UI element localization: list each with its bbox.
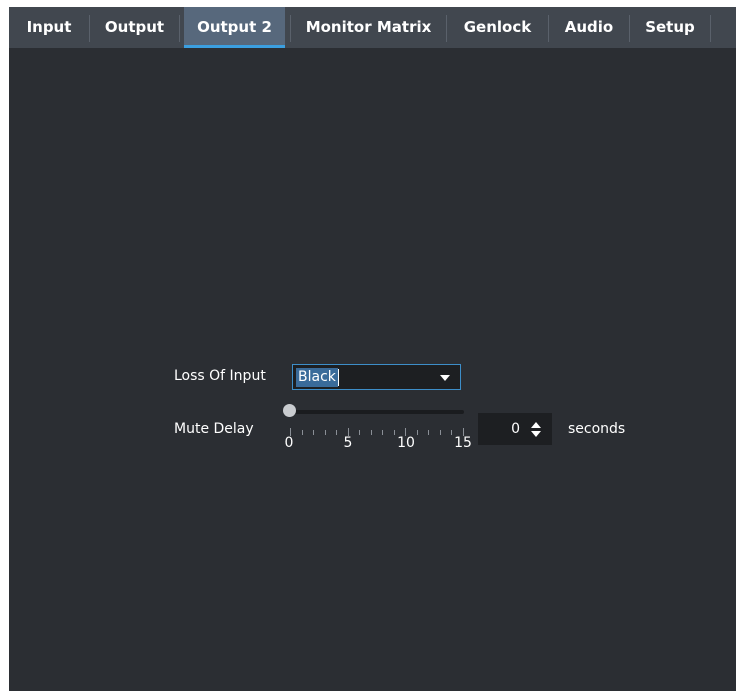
tab-setup[interactable]: Setup [630, 7, 710, 48]
tab-monitor-matrix[interactable]: Monitor Matrix [291, 7, 446, 48]
slider-tick-mark [359, 430, 361, 435]
tab-bar: Input Output Output 2 Monitor Matrix Gen… [9, 7, 736, 48]
chevron-down-icon[interactable] [440, 375, 450, 381]
tab-separator [179, 15, 180, 42]
mute-delay-spinbox[interactable]: 0 [478, 413, 552, 445]
slider-tick-mark [336, 430, 338, 435]
mute-delay-label: Mute Delay [174, 421, 254, 437]
slider-tick-mark [301, 430, 303, 435]
slider-tick-mark [393, 430, 395, 435]
slider-tick-label: 0 [284, 435, 294, 451]
tab-input[interactable]: Input [9, 7, 89, 48]
slider-tick-mark [451, 430, 453, 435]
tab-output-2[interactable]: Output 2 [184, 7, 285, 48]
mute-delay-slider-handle[interactable] [283, 404, 296, 417]
output-2-panel: Input Output Output 2 Monitor Matrix Gen… [9, 7, 736, 691]
mute-delay-spin-value: 0 [511, 421, 520, 437]
slider-tick-label: 10 [397, 435, 415, 451]
loss-of-input-label: Loss Of Input [174, 368, 266, 384]
seconds-unit-label: seconds [568, 421, 626, 437]
slider-tick-mark [428, 430, 430, 435]
loss-of-input-select[interactable]: Black [292, 364, 461, 390]
slider-tick-mark [370, 430, 372, 435]
tab-genlock[interactable]: Genlock [447, 7, 548, 48]
tab-audio[interactable]: Audio [549, 7, 629, 48]
slider-tick-mark [324, 430, 326, 435]
slider-tick-mark [382, 430, 384, 435]
slider-tick-label: 15 [454, 435, 472, 451]
text-cursor [338, 369, 339, 386]
spin-down-arrow-icon[interactable] [531, 431, 541, 437]
slider-tick-mark [313, 430, 315, 435]
slider-tick-mark [439, 430, 441, 435]
spin-up-arrow-icon[interactable] [531, 422, 541, 428]
loss-of-input-selected-value: Black [296, 368, 338, 387]
tab-separator [710, 15, 711, 42]
tab-output[interactable]: Output [90, 7, 179, 48]
slider-tick-label: 5 [343, 435, 353, 451]
slider-tick-mark [416, 430, 418, 435]
mute-delay-slider-track[interactable] [288, 410, 464, 414]
